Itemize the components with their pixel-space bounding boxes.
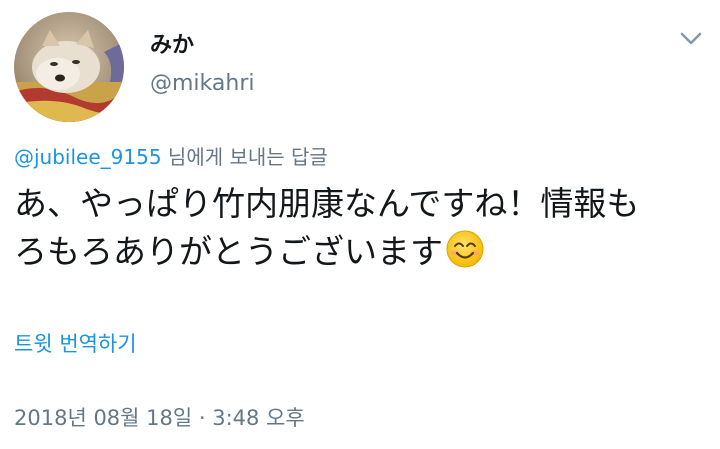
chevron-down-icon: [680, 32, 702, 45]
reply-mention-link[interactable]: @jubilee_9155: [14, 145, 162, 169]
tweet-text-line: あ、やっぱり竹内朋康なんですね！情報も: [14, 184, 640, 223]
display-name[interactable]: みか: [150, 32, 194, 60]
user-handle[interactable]: @mikahri: [150, 70, 254, 98]
tweet-timestamp[interactable]: 2018년 08월 18일 · 3:48 오후: [14, 404, 305, 432]
tweet-text: あ、やっぱり竹内朋康なんですね！情報も ろもろありがとうございます: [14, 180, 710, 276]
tweet-menu-button[interactable]: [676, 26, 706, 52]
smiling-face-emoji: [446, 230, 484, 268]
tweet-text-line-content: ろもろありがとうございます: [14, 232, 443, 271]
translate-tweet-link[interactable]: 트윗 번역하기: [14, 330, 137, 358]
dog-avatar-image: [14, 12, 124, 122]
reply-context: @jubilee_9155 님에게 보내는 답글: [14, 143, 328, 171]
reply-suffix-text: 님에게 보내는 답글: [161, 145, 328, 169]
avatar[interactable]: [14, 12, 124, 122]
tweet-text-line-2: ろもろありがとうございます: [14, 228, 710, 276]
